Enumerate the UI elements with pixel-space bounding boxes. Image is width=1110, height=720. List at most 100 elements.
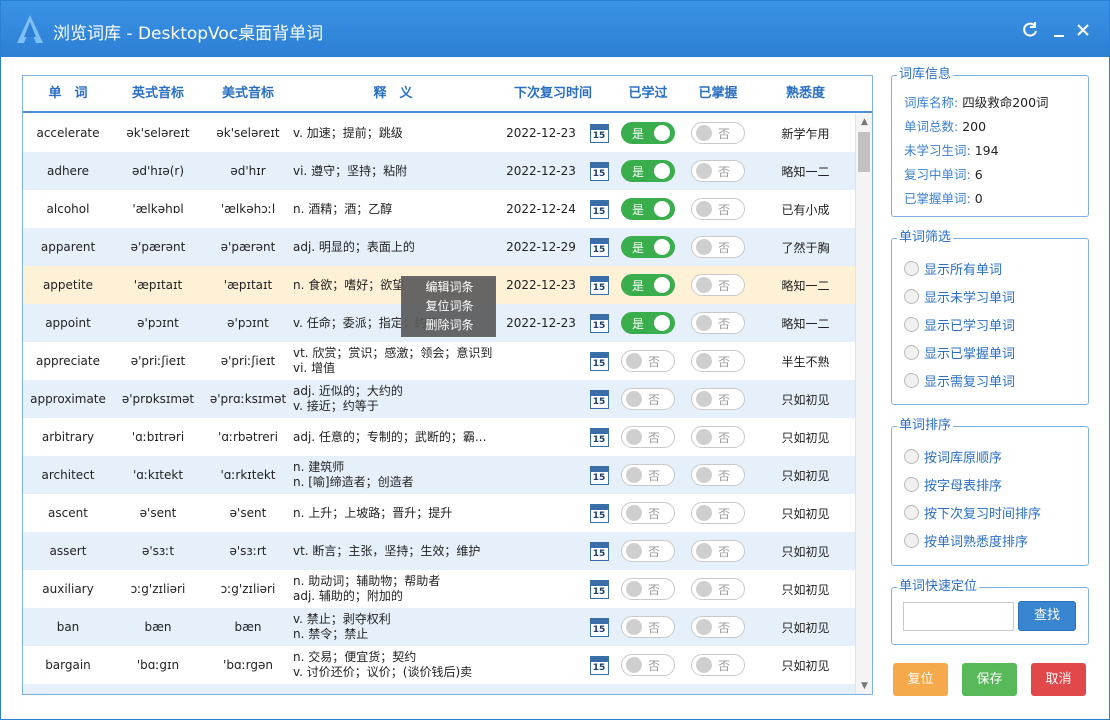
calendar-icon[interactable]: 15 [589,313,609,333]
learned-cell[interactable] [618,684,678,694]
column-header-us-phonetic[interactable]: 美式音标 [203,76,293,112]
learned-cell[interactable]: 是 [618,114,678,152]
table-row[interactable]: accelerate ək'seləreɪt ək'seləreɪt v. 加速；提前… [23,114,855,152]
mastered-cell[interactable]: 否 [688,380,748,418]
mastered-toggle[interactable]: 否 [691,578,745,600]
mastered-toggle[interactable]: 否 [691,160,745,182]
learned-toggle[interactable]: 是 [621,312,675,334]
table-row[interactable]: approximate ə'prɒksɪmət ə'prɑːksɪmət adj. 近… [23,380,855,418]
calendar-icon[interactable]: 15 [589,541,609,561]
column-header-learned[interactable]: 已学过 [613,76,683,112]
calendar-cell[interactable]: 15 [585,114,613,152]
table-row[interactable]: apparent ə'pærənt ə'pærənt adj. 明显的；表面上的 202… [23,228,855,266]
menu-item-edit-entry[interactable]: 编辑词条 [402,278,497,297]
calendar-cell[interactable]: 15 [585,608,613,646]
refresh-icon[interactable] [1019,19,1041,41]
mastered-toggle[interactable]: 否 [691,236,745,258]
table-row[interactable]: appreciate ə'priːʃieɪt ə'priːʃieɪt vt. 欣赏；赏… [23,342,855,380]
mastered-cell[interactable] [688,684,748,694]
mastered-toggle[interactable]: 否 [691,540,745,562]
mastered-cell[interactable]: 否 [688,646,748,684]
calendar-cell[interactable]: 15 [585,228,613,266]
learned-cell[interactable]: 是 [618,266,678,304]
learned-cell[interactable]: 否 [618,532,678,570]
table-row[interactable]: ban bæn bæn v. 禁止；剥夺权利 n. 禁令；禁止 15 否 否 只如初见 [23,608,855,646]
calendar-icon[interactable]: 15 [589,123,609,143]
mastered-cell[interactable]: 否 [688,456,748,494]
table-row[interactable]: architect 'ɑːkɪtekt 'ɑːrkɪtekt n. 建筑师 n. [喻]… [23,456,855,494]
calendar-icon[interactable]: 15 [589,389,609,409]
calendar-cell[interactable]: 15 [585,418,613,456]
mastered-cell[interactable]: 否 [688,494,748,532]
mastered-toggle[interactable]: 否 [691,616,745,638]
filter-radio-learned[interactable]: 显示已学习单词 [904,314,1015,334]
calendar-icon[interactable]: 15 [589,503,609,523]
find-button[interactable]: 查找 [1018,601,1076,631]
learned-toggle[interactable]: 否 [621,616,675,638]
cancel-button[interactable]: 取消 [1031,663,1086,696]
scroll-up-icon[interactable]: ▲ [856,114,872,130]
learned-toggle[interactable]: 否 [621,578,675,600]
mastered-cell[interactable]: 否 [688,304,748,342]
mastered-toggle[interactable]: 否 [691,198,745,220]
learned-toggle[interactable]: 是 [621,198,675,220]
calendar-cell[interactable]: 15 [585,190,613,228]
menu-item-reset-entry[interactable]: 复位词条 [402,297,497,316]
menu-item-delete-entry[interactable]: 删除词条 [402,316,497,335]
learned-cell[interactable]: 否 [618,342,678,380]
learned-cell[interactable]: 否 [618,380,678,418]
mastered-toggle[interactable]: 否 [691,122,745,144]
column-header-next-review[interactable]: 下次复习时间 [503,76,603,112]
mastered-cell[interactable]: 否 [688,190,748,228]
learned-cell[interactable]: 否 [618,456,678,494]
mastered-cell[interactable]: 否 [688,266,748,304]
mastered-cell[interactable]: 否 [688,418,748,456]
calendar-cell[interactable]: 15 [585,570,613,608]
learned-toggle[interactable]: 否 [621,350,675,372]
filter-radio-unlearned[interactable]: 显示未学习单词 [904,286,1015,306]
mastered-cell[interactable]: 否 [688,228,748,266]
mastered-cell[interactable]: 否 [688,114,748,152]
learned-toggle[interactable]: 是 [621,122,675,144]
table-row[interactable]: alcohol 'ælkəhɒl 'ælkəhɔːl n. 酒精；酒；乙醇 2022-1… [23,190,855,228]
mastered-toggle[interactable]: 否 [691,388,745,410]
calendar-cell[interactable]: 15 [585,646,613,684]
table-row[interactable]: assert ə'sɜːt ə'sɜːrt vt. 断言；主张，坚持；生效；维护 15 否… [23,532,855,570]
learned-cell[interactable]: 否 [618,494,678,532]
learned-cell[interactable]: 否 [618,608,678,646]
calendar-icon[interactable]: 15 [589,655,609,675]
calendar-icon[interactable]: 15 [589,617,609,637]
learned-toggle[interactable]: 否 [621,388,675,410]
learned-cell[interactable]: 是 [618,228,678,266]
learned-toggle[interactable]: 否 [621,540,675,562]
learned-toggle[interactable]: 否 [621,654,675,676]
mastered-cell[interactable]: 否 [688,608,748,646]
locate-word-input[interactable] [903,602,1014,631]
calendar-icon[interactable]: 15 [589,199,609,219]
learned-cell[interactable]: 是 [618,304,678,342]
mastered-cell[interactable]: 否 [688,342,748,380]
mastered-toggle[interactable]: 否 [691,426,745,448]
scroll-down-icon[interactable]: ▼ [856,678,872,694]
calendar-icon[interactable]: 15 [589,161,609,181]
calendar-icon[interactable]: 15 [589,427,609,447]
calendar-cell[interactable]: 15 [585,304,613,342]
learned-toggle[interactable]: 是 [621,236,675,258]
mastered-cell[interactable]: 否 [688,570,748,608]
mastered-toggle[interactable]: 否 [691,312,745,334]
save-button[interactable]: 保存 [962,663,1017,696]
mastered-toggle[interactable]: 否 [691,274,745,296]
learned-toggle[interactable]: 否 [621,502,675,524]
calendar-cell[interactable]: 15 [585,266,613,304]
learned-toggle[interactable]: 是 [621,160,675,182]
sort-radio-alphabet[interactable]: 按字母表排序 [904,474,1002,494]
column-header-word[interactable]: 单 词 [23,76,113,112]
column-header-familiarity[interactable]: 熟悉度 [763,76,848,112]
calendar-cell[interactable]: 15 [585,456,613,494]
sort-radio-familiarity[interactable]: 按单词熟悉度排序 [904,530,1028,550]
calendar-icon[interactable]: 15 [589,237,609,257]
table-row[interactable]: ascent ə'sent ə'sent n. 上升；上坡路；晋升；提升 15 否 否 只如初… [23,494,855,532]
calendar-cell[interactable]: 15 [585,494,613,532]
sort-radio-next-review[interactable]: 按下次复习时间排序 [904,502,1041,522]
filter-radio-mastered[interactable]: 显示已掌握单词 [904,342,1015,362]
